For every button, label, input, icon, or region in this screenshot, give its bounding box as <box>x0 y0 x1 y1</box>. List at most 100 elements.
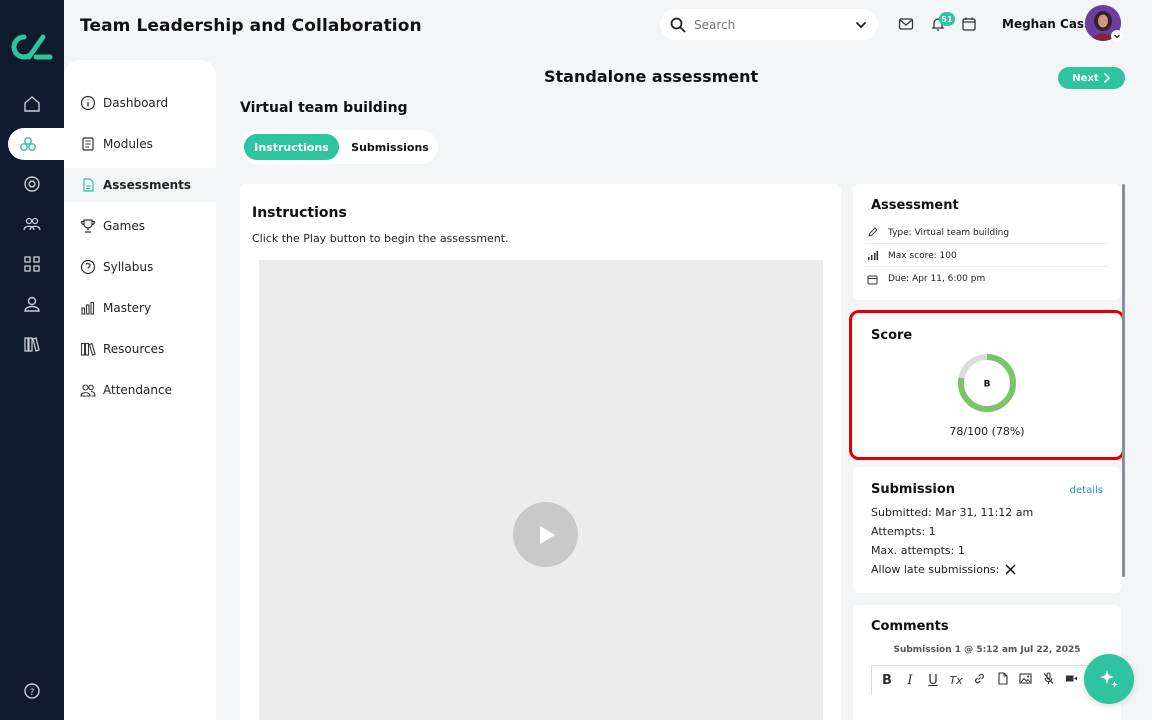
sidebar-item-resources[interactable]: Resources <box>64 332 216 366</box>
calendar-icon[interactable] <box>961 16 977 32</box>
microphone-off-icon[interactable] <box>1041 672 1055 689</box>
library-icon <box>80 342 96 356</box>
rail-groups-icon[interactable] <box>20 212 44 236</box>
rail-library-icon[interactable] <box>20 332 44 356</box>
sidebar-item-label: Modules <box>103 137 153 151</box>
video-camera-icon[interactable] <box>1064 672 1078 689</box>
sidebar-item-label: Assessments <box>103 178 192 192</box>
syllabus-icon <box>80 259 96 275</box>
sidebar-item-label: Mastery <box>103 301 152 315</box>
assessment-name: Virtual team building <box>240 100 408 116</box>
submission-late-row: Allow late submissions: <box>871 563 1016 576</box>
rail-user-icon[interactable] <box>20 292 44 316</box>
search-box[interactable] <box>660 9 878 40</box>
course-sidebar: Dashboard Modules Assessments Games Syll… <box>64 60 216 720</box>
tab-instructions[interactable]: Instructions <box>244 134 339 160</box>
top-header: Team Leadership and Collaboration 51 Meg… <box>64 0 1152 56</box>
details-link[interactable]: details <box>1070 485 1103 496</box>
image-icon[interactable] <box>1018 672 1032 689</box>
score-title: Score <box>871 328 913 343</box>
rail-help-icon[interactable]: ? <box>20 679 44 703</box>
italic-button[interactable]: I <box>903 673 917 688</box>
submission-card: Submission details Submitted: Mar 31, 11… <box>853 467 1121 593</box>
page-title: Standalone assessment <box>544 67 759 86</box>
rail-target-icon[interactable] <box>20 172 44 196</box>
sidebar-item-attendance[interactable]: Attendance <box>64 373 216 407</box>
close-icon <box>1005 564 1016 575</box>
assessment-type: Type: Virtual team building <box>888 227 1010 238</box>
calendar-icon <box>867 275 878 284</box>
assessment-due: Due: Apr 11, 6:00 pm <box>888 274 986 284</box>
sidebar-item-label: Attendance <box>103 383 172 397</box>
score-value: 78/100 (78%) <box>949 425 1025 438</box>
search-dropdown-chevron-icon[interactable] <box>850 14 872 36</box>
submission-attempts: Attempts: 1 <box>871 525 936 538</box>
play-button[interactable] <box>513 502 578 567</box>
avatar-chevron-icon[interactable] <box>1111 30 1123 42</box>
ai-assistant-button[interactable] <box>1084 654 1134 704</box>
video-player[interactable] <box>259 260 823 720</box>
mail-icon[interactable] <box>898 16 914 32</box>
search-input[interactable] <box>694 17 834 32</box>
link-icon[interactable] <box>972 672 986 689</box>
sidebar-item-mastery[interactable]: Mastery <box>64 291 216 325</box>
sidebar-item-label: Resources <box>103 342 165 356</box>
comment-editor-toolbar: B I U Tx <box>871 665 1103 695</box>
sidebar-item-modules[interactable]: Modules <box>64 127 216 161</box>
underline-button[interactable]: U <box>926 673 940 688</box>
search-icon <box>670 17 686 32</box>
submission-late-label: Allow late submissions: <box>871 563 1000 576</box>
score-card: Score B 78/100 (78%) <box>849 310 1125 460</box>
svg-text:?: ? <box>30 688 35 698</box>
info-icon <box>80 95 96 111</box>
sparkle-icon <box>1100 670 1118 688</box>
assessment-max-score: Max score: 100 <box>888 250 957 261</box>
comments-card: Comments Submission 1 @ 5:12 am Jul 22, … <box>853 605 1121 720</box>
sidebar-item-assessments[interactable]: Assessments <box>64 168 216 202</box>
instructions-text: Click the Play button to begin the asses… <box>252 232 509 245</box>
sidebar-item-games[interactable]: Games <box>64 209 216 243</box>
app-logo-icon[interactable] <box>10 30 54 64</box>
assessment-card-title: Assessment <box>871 198 959 213</box>
app-rail: ? <box>0 0 68 720</box>
bold-button[interactable]: B <box>880 673 894 688</box>
sidebar-item-label: Dashboard <box>103 96 169 110</box>
rail-home-icon[interactable] <box>20 92 44 116</box>
clear-format-button[interactable]: Tx <box>949 674 963 687</box>
book-icon <box>82 137 94 151</box>
comments-submission-line: Submission 1 @ 5:12 am Jul 22, 2025 <box>893 645 1081 655</box>
submission-title: Submission <box>871 482 956 497</box>
course-title: Team Leadership and Collaboration <box>80 16 422 36</box>
right-panel-scrollbar[interactable] <box>1122 184 1125 577</box>
score-donut: B <box>958 354 1016 412</box>
instructions-title: Instructions <box>252 205 347 221</box>
next-button-label: Next <box>1072 72 1099 84</box>
sidebar-item-dashboard[interactable]: Dashboard <box>64 86 216 120</box>
rail-courses-icon[interactable] <box>8 128 68 160</box>
pencil-icon <box>868 227 878 237</box>
play-icon <box>539 525 555 544</box>
next-button[interactable]: Next <box>1058 67 1125 89</box>
assessment-card: Assessment Type: Virtual team building M… <box>853 184 1121 300</box>
trophy-icon <box>80 219 96 233</box>
rail-grid-icon[interactable] <box>20 252 44 276</box>
file-icon[interactable] <box>995 672 1009 689</box>
assessment-type-row: Type: Virtual team building <box>865 222 1109 244</box>
submission-max-attempts: Max. attempts: 1 <box>871 544 965 557</box>
sidebar-item-syllabus[interactable]: Syllabus <box>64 250 216 284</box>
signal-icon <box>868 251 878 260</box>
chevron-right-icon <box>1103 73 1110 83</box>
instructions-card: Instructions Click the Play button to be… <box>240 184 841 720</box>
assessment-due-row: Due: Apr 11, 6:00 pm <box>865 268 1109 290</box>
bar-chart-icon <box>81 301 95 315</box>
user-name[interactable]: Meghan Cass <box>1002 17 1091 31</box>
comments-title: Comments <box>871 619 949 634</box>
sidebar-item-label: Games <box>103 219 145 233</box>
tab-submissions[interactable]: Submissions <box>344 134 436 160</box>
people-icon <box>80 384 96 397</box>
assessment-max-score-row: Max score: 100 <box>865 245 1109 267</box>
view-tabs: Instructions Submissions <box>240 130 438 164</box>
notification-badge: 51 <box>939 12 955 26</box>
submission-submitted: Submitted: Mar 31, 11:12 am <box>871 506 1034 519</box>
score-grade: B <box>984 380 991 390</box>
